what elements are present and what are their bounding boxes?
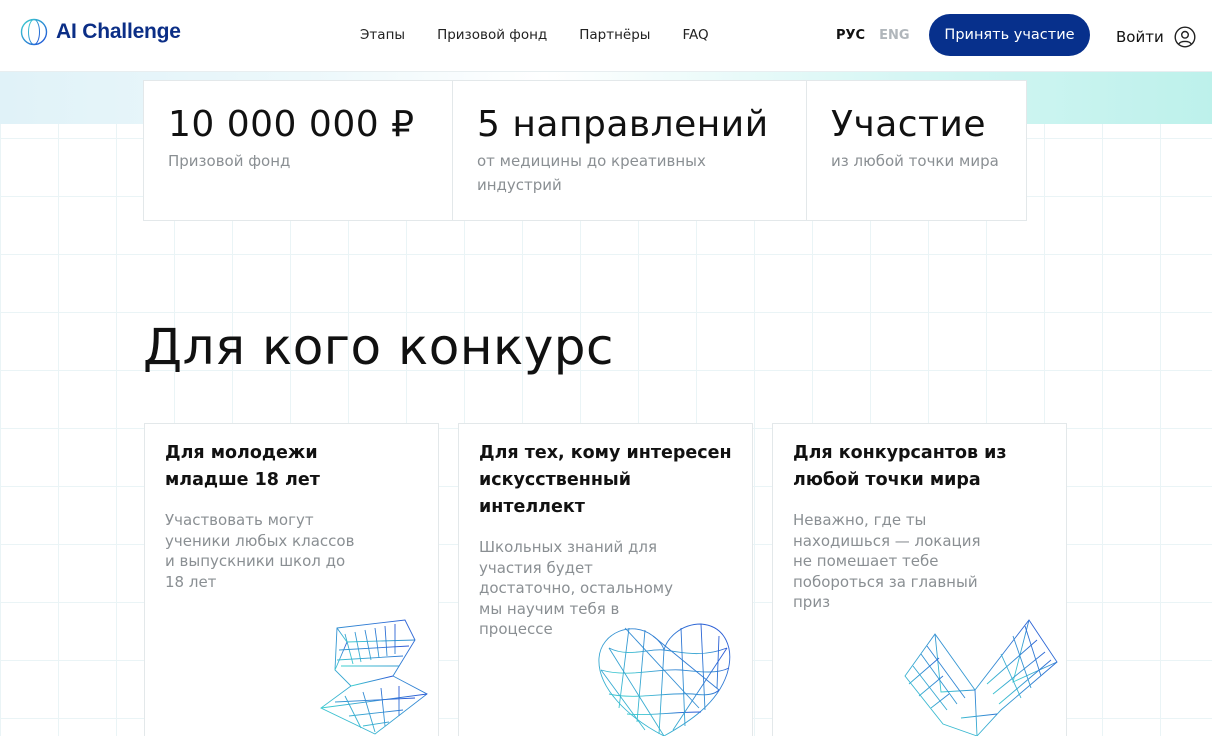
stats-row: 10 000 000 ₽ Призовой фонд 5 направлений… <box>143 80 1027 221</box>
wireframe-check-icon <box>904 619 1058 736</box>
logo-text: AI Challenge <box>56 20 181 43</box>
wireframe-heart-icon <box>598 623 731 736</box>
nav-faq[interactable]: FAQ <box>682 27 708 43</box>
logo[interactable]: AI Challenge <box>20 18 181 46</box>
stat-value: 10 000 000 ₽ <box>168 104 415 145</box>
lang-ru[interactable]: РУС <box>836 28 865 43</box>
card-text: Неважно, где ты находишься — локация не … <box>793 511 981 611</box>
wireframe-bolt-icon <box>320 619 428 735</box>
language-switcher: РУС ENG <box>836 28 910 43</box>
nav-stages[interactable]: Этапы <box>360 27 405 43</box>
stat-directions: 5 направлений от медицины до креативных … <box>453 80 807 221</box>
stat-label: Призовой фонд <box>168 152 291 170</box>
nav-partners[interactable]: Партнёры <box>579 27 650 43</box>
login-link[interactable]: Войти <box>1116 26 1196 48</box>
stat-value: 5 направлений <box>477 104 769 145</box>
card-title: Для конкурсантов из любой точки мира <box>793 443 1007 490</box>
stat-label: из любой точки мира <box>831 152 999 170</box>
stat-participation: Участие из любой точки мира <box>807 80 1027 221</box>
participate-button[interactable]: Принять участие <box>929 14 1090 56</box>
globe-logo-icon <box>20 18 48 46</box>
site-header: AI Challenge Этапы Призовой фонд Партнёр… <box>0 0 1212 72</box>
card-youth: Для молодежи младше 18 лет Участвовать м… <box>144 423 439 736</box>
stat-value: Участие <box>831 104 987 145</box>
card-title: Для тех, кому интересен искусственный ин… <box>479 443 732 517</box>
nav-prize-fund[interactable]: Призовой фонд <box>437 27 547 43</box>
main-nav: Этапы Призовой фонд Партнёры FAQ <box>360 27 709 43</box>
lang-en[interactable]: ENG <box>879 28 909 43</box>
card-text: Участвовать могут ученики любых классов … <box>165 511 355 591</box>
login-label: Войти <box>1116 28 1164 46</box>
stat-prize-fund: 10 000 000 ₽ Призовой фонд <box>143 80 453 221</box>
card-worldwide: Для конкурсантов из любой точки мира Нев… <box>772 423 1067 736</box>
card-ai-interest: Для тех, кому интересен искусственный ин… <box>458 423 753 736</box>
user-circle-icon <box>1174 26 1196 48</box>
card-title: Для молодежи младше 18 лет <box>165 443 320 490</box>
section-title: Для кого конкурс <box>143 318 615 376</box>
stat-label: от медицины до креативных индустрий <box>477 152 706 194</box>
